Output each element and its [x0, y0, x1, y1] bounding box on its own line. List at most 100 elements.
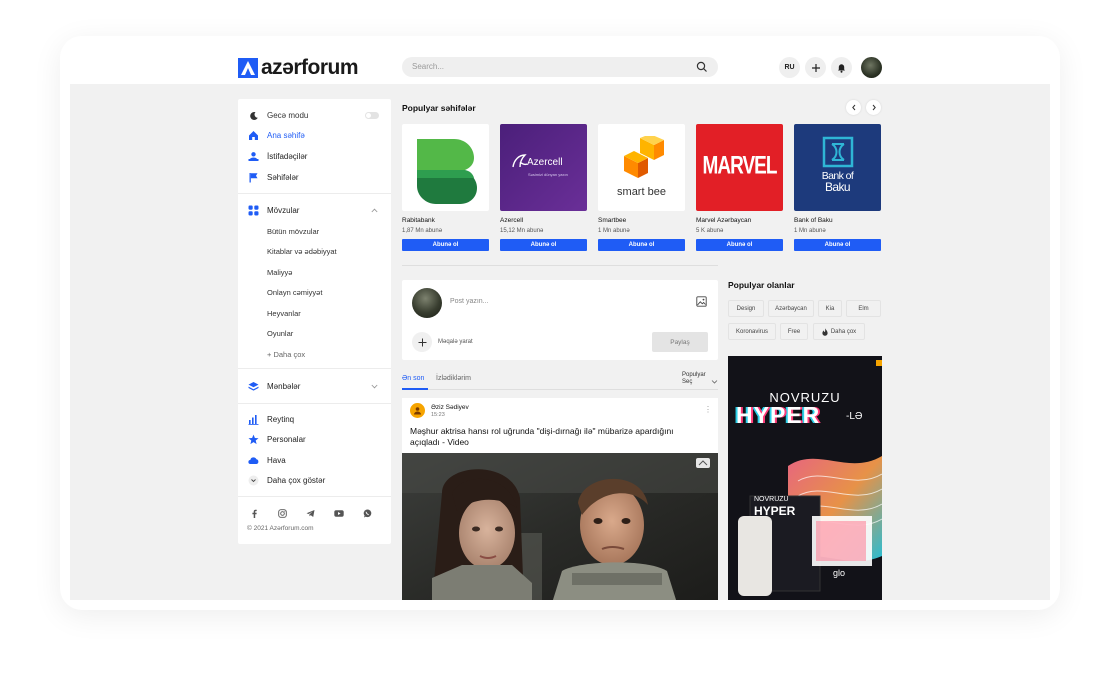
ad-headline-line2: HYPER: [736, 402, 821, 428]
fire-icon: [822, 327, 828, 336]
chevron-down-circle-icon: [248, 475, 259, 486]
page-subscribers: 1 Mn abunə: [598, 228, 630, 234]
tag-chip[interactable]: Elm: [846, 300, 881, 317]
notifications-button[interactable]: [831, 57, 852, 78]
carousel-prev-button[interactable]: [846, 100, 861, 115]
bank-of-baku-mark-icon: [822, 136, 854, 168]
more-options-icon[interactable]: ⋮: [704, 405, 712, 414]
sidebar-item-persons[interactable]: Personalar: [248, 434, 306, 445]
search-input[interactable]: Search...: [402, 57, 718, 77]
whatsapp-icon[interactable]: [363, 509, 372, 518]
sidebar-item-show-more[interactable]: Daha çox göstər: [248, 475, 325, 486]
sort-label: Populyar: [682, 372, 706, 378]
sort-select[interactable]: Populyar Seç: [682, 372, 706, 386]
language-button[interactable]: RU: [779, 57, 800, 78]
logo[interactable]: azərforum: [238, 56, 359, 80]
topic-item[interactable]: Maliyyə: [267, 268, 292, 277]
instagram-icon[interactable]: [278, 509, 287, 518]
author-avatar[interactable]: [410, 403, 425, 418]
moon-icon: [248, 110, 259, 121]
carousel-next-button[interactable]: [866, 100, 881, 115]
bell-icon: [838, 63, 845, 73]
marvel-wordmark: MARVEL: [702, 152, 778, 180]
sidebar-item-pages[interactable]: Səhifələr: [248, 172, 299, 183]
add-button[interactable]: [805, 57, 826, 78]
cloud-icon: [248, 455, 259, 466]
sidebar-item-sources[interactable]: Mənbələr: [248, 381, 300, 392]
divider: [238, 368, 391, 369]
user-avatar[interactable]: [861, 57, 882, 78]
youtube-icon[interactable]: [334, 509, 344, 518]
page-card-rabitabank[interactable]: Rabitabank 1,87 Mn abunə Abunə ol: [402, 124, 489, 251]
advertisement-banner[interactable]: NOVRUZU HYPER -LƏ NOVRUZU HYPER glo: [728, 356, 882, 600]
active-tab-indicator: [402, 388, 428, 390]
tag-chip[interactable]: Free: [780, 323, 808, 340]
ad-box-line2: HYPER: [754, 504, 796, 518]
subscribe-button[interactable]: Abunə ol: [598, 239, 685, 251]
rabitabank-logo: [402, 124, 489, 211]
subscribe-button[interactable]: Abunə ol: [696, 239, 783, 251]
azercell-mark-icon: [512, 154, 528, 168]
chevron-right-icon: [872, 104, 876, 111]
night-mode-label: Gecə modu: [267, 111, 309, 120]
tab-following[interactable]: İzlədiklərim: [436, 375, 471, 382]
create-article-label[interactable]: Məqalə yarat: [438, 339, 473, 345]
topic-item[interactable]: Heyvanlar: [267, 309, 301, 318]
social-links: [250, 509, 372, 518]
search-icon[interactable]: [696, 61, 708, 73]
popular-now-title: Populyar olanlar: [728, 280, 795, 290]
sidebar-item-label: Daha çox göstər: [267, 476, 326, 485]
tag-chip[interactable]: Design: [728, 300, 764, 317]
sidebar-item-home[interactable]: Ana səhifə: [248, 130, 305, 141]
azercell-wordmark: Azercell: [527, 157, 563, 168]
night-mode-toggle[interactable]: [365, 112, 379, 119]
page-card-smartbee[interactable]: smart bee Smartbee 1 Mn abunə Abunə ol: [598, 124, 685, 251]
ad-headline-suffix: -LƏ: [846, 411, 863, 422]
sidebar-item-users[interactable]: İstifadəçilər: [248, 151, 307, 162]
chevron-left-icon: [851, 104, 855, 111]
chevron-down-icon[interactable]: [711, 378, 718, 385]
author-name[interactable]: Əziz Sədiyev: [431, 404, 469, 411]
logo-text: azərforum: [261, 56, 359, 79]
post-input[interactable]: Post yazın...: [450, 298, 489, 305]
ad-brand: glo: [833, 568, 846, 578]
post-title[interactable]: Məşhur aktrisa hansı rol uğrunda "dişi-d…: [410, 426, 700, 448]
image-icon[interactable]: [696, 296, 707, 307]
marvel-logo: MARVEL: [696, 124, 783, 211]
smartbee-logo: smart bee: [598, 124, 685, 211]
tag-more-chip[interactable]: Daha çox: [813, 323, 865, 340]
page-name: Marvel Azərbaycan: [696, 217, 752, 224]
sidebar: Gecə modu Ana səhifə İstifadəçilər Səhif…: [238, 99, 391, 544]
tag-chip[interactable]: Koronavirus: [728, 323, 776, 340]
search-placeholder: Search...: [412, 62, 445, 71]
night-mode-row[interactable]: Gecə modu: [248, 110, 308, 121]
topic-item[interactable]: Onlayn cəmiyyət: [267, 288, 322, 297]
page-card-marvel[interactable]: MARVEL Marvel Azərbaycan 5 K abunə Abunə…: [696, 124, 783, 251]
subscribe-button[interactable]: Abunə ol: [794, 239, 881, 251]
users-icon: [248, 151, 259, 162]
topic-item[interactable]: Oyunlar: [267, 329, 293, 338]
page-card-azercell[interactable]: Azercell Səsimizi dünyan yaxın Azercell …: [500, 124, 587, 251]
post-composer: Post yazın... Məqalə yarat Paylaş: [402, 280, 718, 360]
page-card-bank-of-baku[interactable]: Bank of Baku Bank of Baku 1 Mn abunə Abu…: [794, 124, 881, 251]
subscribe-button[interactable]: Abunə ol: [500, 239, 587, 251]
share-button[interactable]: Paylaş: [652, 332, 708, 352]
telegram-icon[interactable]: [306, 509, 315, 518]
sidebar-item-weather[interactable]: Hava: [248, 455, 286, 466]
tag-chip[interactable]: Azərbaycan: [768, 300, 814, 317]
avatar[interactable]: [412, 288, 442, 318]
chevron-up-icon[interactable]: [371, 208, 378, 213]
topics-more-link[interactable]: + Daha çox: [267, 350, 305, 359]
chevron-down-icon[interactable]: [371, 384, 378, 389]
topic-item[interactable]: Bütün mövzular: [267, 227, 319, 236]
facebook-icon[interactable]: [250, 509, 259, 518]
tab-latest[interactable]: Ən son: [402, 375, 424, 382]
sidebar-item-label: Personalar: [267, 435, 306, 444]
sidebar-item-rating[interactable]: Reytinq: [248, 414, 294, 425]
tag-chip[interactable]: Kia: [818, 300, 842, 317]
post-image[interactable]: [402, 453, 718, 600]
topic-item[interactable]: Kitablar və ədəbiyyat: [267, 247, 337, 256]
create-article-button[interactable]: [412, 332, 432, 352]
sidebar-item-topics[interactable]: Mövzular: [248, 205, 299, 216]
subscribe-button[interactable]: Abunə ol: [402, 239, 489, 251]
